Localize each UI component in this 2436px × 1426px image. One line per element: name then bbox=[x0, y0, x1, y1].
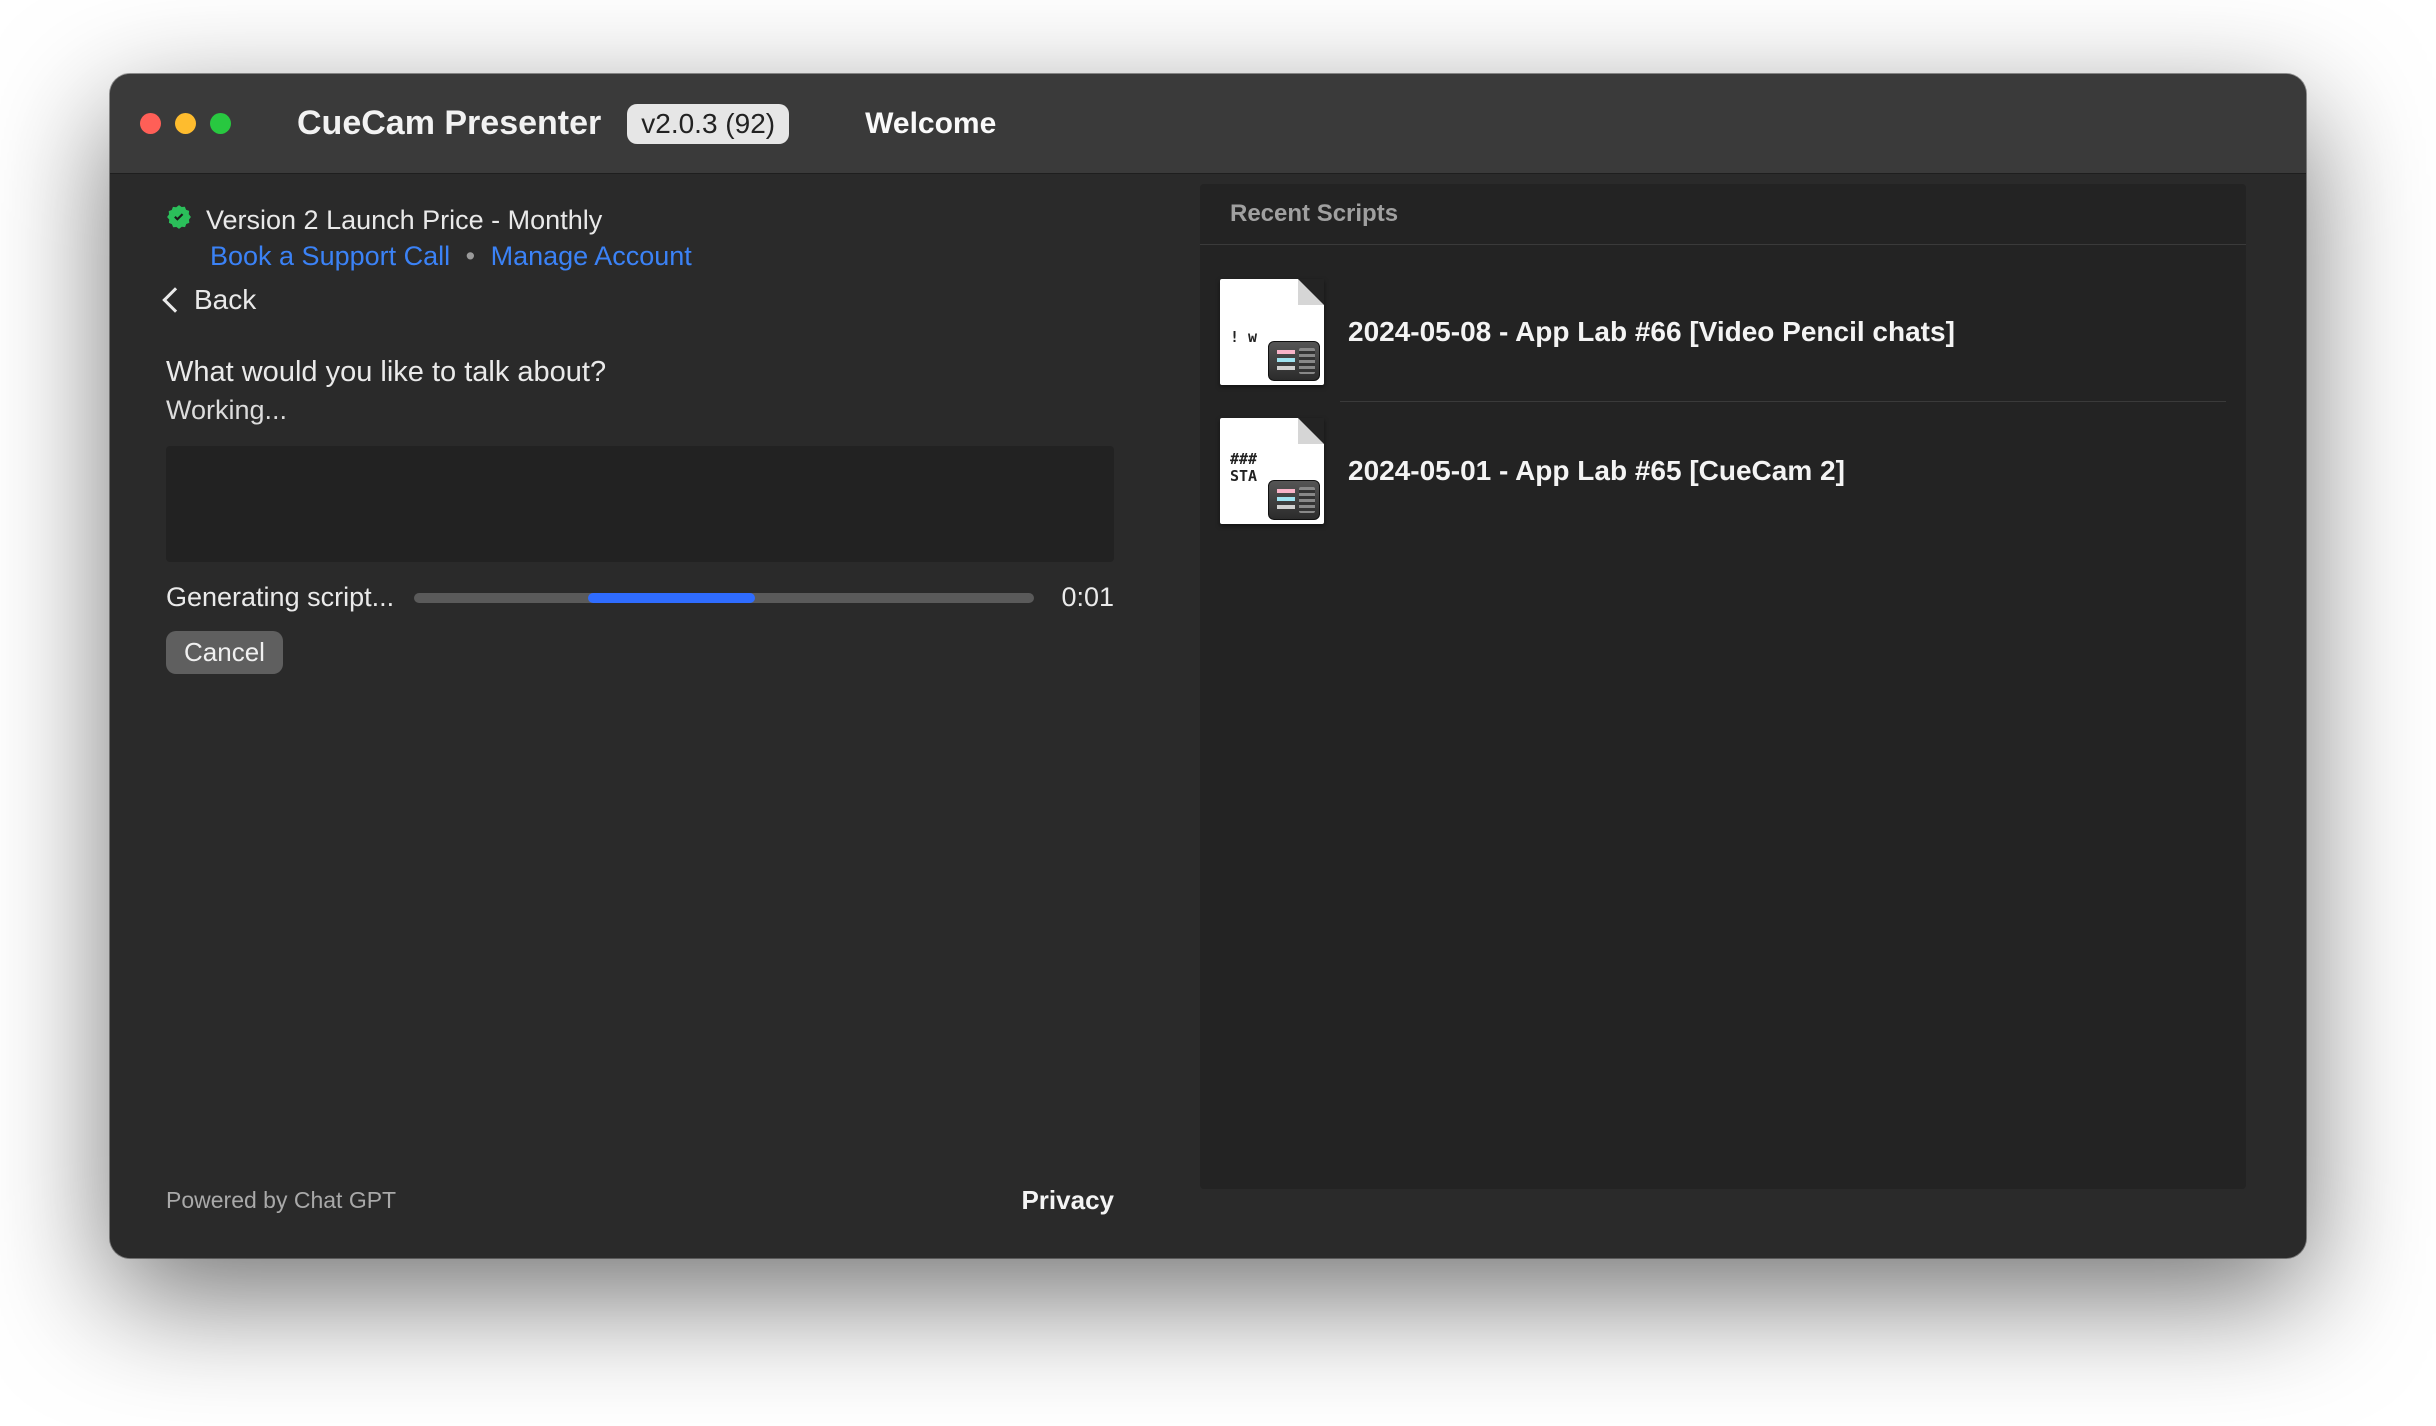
version-badge: v2.0.3 (92) bbox=[627, 104, 789, 144]
powered-by-label: Powered by Chat GPT bbox=[166, 1187, 396, 1214]
book-support-call-link[interactable]: Book a Support Call bbox=[210, 241, 450, 271]
window-body: Version 2 Launch Price - Monthly Book a … bbox=[110, 174, 2306, 1258]
verified-badge-icon bbox=[166, 204, 192, 237]
link-separator: • bbox=[466, 241, 475, 271]
left-pane: Version 2 Launch Price - Monthly Book a … bbox=[110, 174, 1170, 1258]
right-pane: Recent Scripts ! w 2024-05-08 - App Lab … bbox=[1170, 174, 2306, 1258]
progress-timer: 0:01 bbox=[1054, 582, 1114, 613]
prompt-input[interactable] bbox=[166, 446, 1114, 562]
subscription-links: Book a Support Call • Manage Account bbox=[210, 241, 1114, 272]
cancel-button[interactable]: Cancel bbox=[166, 631, 283, 674]
recent-scripts-list: ! w 2024-05-08 - App Lab #66 [Video Penc… bbox=[1200, 245, 2246, 540]
document-icon: ! w bbox=[1220, 279, 1324, 385]
chevron-left-icon bbox=[162, 287, 187, 312]
progress-label: Generating script... bbox=[166, 582, 394, 613]
back-button[interactable]: Back bbox=[166, 284, 256, 316]
document-icon: ### STA bbox=[1220, 418, 1324, 524]
recent-scripts-header: Recent Scripts bbox=[1200, 184, 2246, 245]
recent-script-item[interactable]: ### STA 2024-05-01 - App Lab #65 [CueCam… bbox=[1210, 402, 2236, 540]
app-window: CueCam Presenter v2.0.3 (92) Welcome Ver… bbox=[110, 74, 2306, 1258]
manage-account-link[interactable]: Manage Account bbox=[491, 241, 692, 271]
recent-script-title: 2024-05-08 - App Lab #66 [Video Pencil c… bbox=[1348, 316, 1955, 348]
recent-script-item[interactable]: ! w 2024-05-08 - App Lab #66 [Video Penc… bbox=[1210, 263, 2236, 401]
working-status: Working... bbox=[166, 395, 1114, 426]
window-controls bbox=[140, 113, 231, 134]
progress-fill bbox=[588, 593, 755, 603]
left-footer: Powered by Chat GPT Privacy bbox=[166, 1185, 1114, 1216]
progress-bar bbox=[414, 593, 1034, 603]
titlebar: CueCam Presenter v2.0.3 (92) Welcome bbox=[110, 74, 2306, 174]
app-title: CueCam Presenter bbox=[297, 104, 601, 143]
subscription-plan-name: Version 2 Launch Price - Monthly bbox=[206, 205, 602, 236]
back-label: Back bbox=[194, 284, 256, 316]
recent-scripts-panel: Recent Scripts ! w 2024-05-08 - App Lab … bbox=[1200, 184, 2246, 1189]
tab-welcome[interactable]: Welcome bbox=[865, 107, 996, 141]
progress-row: Generating script... 0:01 bbox=[166, 582, 1114, 613]
minimize-window-button[interactable] bbox=[175, 113, 196, 134]
subscription-line: Version 2 Launch Price - Monthly bbox=[166, 204, 1114, 237]
recent-script-title: 2024-05-01 - App Lab #65 [CueCam 2] bbox=[1348, 455, 1845, 487]
prompt-heading: What would you like to talk about? bbox=[166, 356, 1114, 389]
privacy-link[interactable]: Privacy bbox=[1021, 1185, 1114, 1216]
fullscreen-window-button[interactable] bbox=[210, 113, 231, 134]
close-window-button[interactable] bbox=[140, 113, 161, 134]
